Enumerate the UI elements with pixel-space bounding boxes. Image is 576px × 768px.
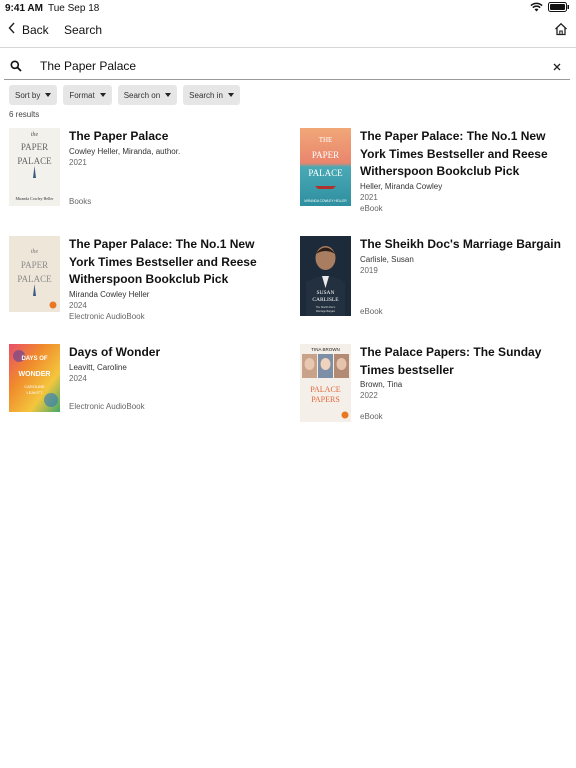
book-cover: SUSAN CARLISLE The Sheikh Doc's Marriage… (300, 236, 351, 316)
result-year: 2021 (69, 157, 87, 167)
result-format: Electronic AudioBook (69, 402, 145, 411)
result-title[interactable]: The Paper Palace (69, 128, 279, 146)
search-in-dropdown[interactable]: Search in (183, 85, 240, 105)
result-author: Brown, Tina (360, 380, 403, 389)
svg-text:Marriage Bargain: Marriage Bargain (316, 310, 336, 313)
result-info: The Sheikh Doc's Marriage Bargain Carlis… (360, 236, 570, 276)
result-format: Books (69, 197, 92, 206)
svg-text:PAPERS: PAPERS (311, 395, 340, 404)
result-item[interactable]: the PAPER PALACE Miranda Cowley Heller T… (9, 128, 279, 213)
result-year: 2024 (69, 300, 87, 310)
wifi-icon (530, 2, 543, 15)
result-item[interactable]: the PAPER PALACE The Paper Palace: The N… (9, 236, 279, 326)
result-author: Carlisle, Susan (360, 254, 414, 264)
svg-text:PAPER: PAPER (312, 150, 339, 160)
result-format: eBook (360, 412, 383, 421)
result-info: The Palace Papers: The Sunday Times best… (360, 344, 570, 401)
result-item[interactable]: DAYS OF WONDER CAROLINE LEAVITT Days of … (9, 344, 279, 414)
svg-text:PALACE: PALACE (308, 168, 343, 178)
result-author: Miranda Cowley Heller (69, 289, 150, 299)
cover-text: WONDER (19, 371, 51, 378)
result-title[interactable]: The Paper Palace: The No.1 New York Time… (69, 236, 279, 289)
result-year: 2021 (360, 192, 378, 202)
home-icon[interactable] (554, 22, 568, 41)
svg-text:PAPER: PAPER (21, 142, 48, 152)
book-cover: DAYS OF WONDER CAROLINE LEAVITT (9, 344, 60, 412)
svg-text:SUSAN: SUSAN (316, 290, 334, 296)
result-author: Cowley Heller, Miranda, author. (69, 146, 181, 156)
sort-by-dropdown[interactable]: Sort by (9, 85, 58, 105)
result-format: Electronic AudioBook (69, 311, 145, 321)
cover-text: the (31, 249, 39, 255)
status-date: Tue Sep 18 (48, 3, 100, 14)
cover-text: TINA BROWN (311, 347, 340, 352)
result-author: Leavitt, Caroline (69, 362, 127, 372)
status-bar: 9:41 AM Tue Sep 18 (0, 0, 576, 16)
search-icon (10, 59, 22, 77)
result-info: The Paper Palace Cowley Heller, Miranda,… (69, 128, 279, 168)
svg-text:PALACE: PALACE (17, 274, 52, 284)
result-info: Days of Wonder Leavitt, Caroline 2024 (69, 344, 279, 384)
cover-text: DAYS OF (21, 356, 47, 362)
result-info: The Paper Palace: The No.1 New York Time… (360, 128, 570, 214)
chip-label: Sort by (15, 90, 41, 100)
chevron-left-icon (8, 22, 16, 37)
book-cover: the PAPER PALACE Miranda Cowley Heller (9, 128, 60, 206)
svg-text:CARLISLE: CARLISLE (312, 297, 339, 303)
svg-text:The Sheikh Doc's: The Sheikh Doc's (316, 306, 336, 309)
result-title[interactable]: Days of Wonder (69, 344, 279, 362)
svg-text:LEAVITT: LEAVITT (27, 390, 43, 395)
chip-label: Format (69, 90, 95, 100)
result-title[interactable]: The Paper Palace: The No.1 New York Time… (360, 128, 570, 181)
result-title[interactable]: The Sheikh Doc's Marriage Bargain (360, 236, 570, 254)
result-author: Heller, Miranda Cowley (360, 181, 443, 191)
result-item[interactable]: THE PAPER PALACE MIRANDA COWLEY HELLER T… (300, 128, 570, 218)
system-indicators (530, 2, 570, 15)
cover-text: the (31, 132, 39, 138)
result-item[interactable]: TINA BROWN PALACE PAPERS The Palace Pape… (300, 344, 570, 424)
cover-text: MIRANDA COWLEY HELLER (304, 199, 347, 203)
search-bar (4, 54, 570, 80)
caret-down-icon (99, 93, 106, 97)
chip-label: Search in (189, 90, 223, 100)
result-year: 2022 (360, 391, 378, 400)
battery-icon (548, 2, 570, 15)
caret-down-icon (165, 93, 172, 97)
nav-bar: Back Search (0, 16, 576, 48)
svg-text:PAPER: PAPER (21, 260, 48, 270)
caret-down-icon (45, 93, 52, 97)
result-year: 2019 (360, 265, 378, 275)
results-count: 6 results (9, 110, 40, 119)
page-title: Search (64, 23, 103, 37)
cover-text: THE (319, 136, 333, 144)
result-item[interactable]: SUSAN CARLISLE The Sheikh Doc's Marriage… (300, 236, 570, 321)
back-button[interactable]: Back (8, 22, 49, 37)
result-format: eBook (360, 307, 383, 316)
result-info: The Paper Palace: The No.1 New York Time… (69, 236, 279, 322)
result-format: eBook (360, 203, 383, 213)
result-year: 2024 (69, 373, 87, 383)
svg-text:PALACE: PALACE (17, 156, 52, 166)
format-dropdown[interactable]: Format (63, 85, 112, 105)
search-input[interactable] (40, 57, 520, 75)
chip-label: Search on (123, 90, 161, 100)
back-label: Back (22, 22, 49, 37)
cover-text: Miranda Cowley Heller (16, 196, 55, 201)
close-icon[interactable] (552, 59, 562, 77)
book-cover: TINA BROWN PALACE PAPERS (300, 344, 351, 422)
result-title[interactable]: The Palace Papers: The Sunday Times best… (360, 344, 570, 379)
svg-text:PALACE: PALACE (310, 385, 340, 394)
book-cover: THE PAPER PALACE MIRANDA COWLEY HELLER (300, 128, 351, 206)
caret-down-icon (227, 93, 234, 97)
search-on-dropdown[interactable]: Search on (117, 85, 178, 105)
filter-bar: Sort by Format Search on Search in (9, 85, 240, 105)
book-cover: the PAPER PALACE (9, 236, 60, 312)
status-time: 9:41 AM (5, 3, 43, 14)
svg-text:CAROLINE: CAROLINE (24, 384, 45, 389)
